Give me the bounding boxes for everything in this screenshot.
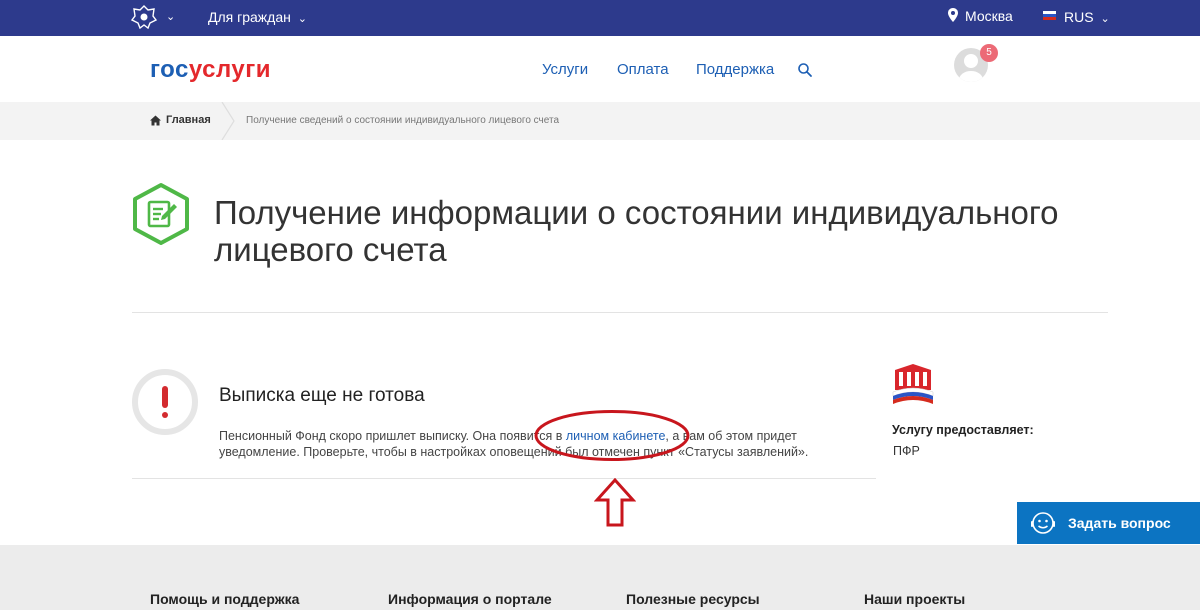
breadcrumb-current: Получение сведений о состоянии индивидуа… xyxy=(246,115,560,126)
footer-help-support[interactable]: Помощь и поддержка xyxy=(150,591,299,607)
alert-mark xyxy=(162,386,168,408)
chevron-down-icon: ⌄ xyxy=(1100,13,1110,25)
alert-dot xyxy=(162,412,168,418)
footer-our-projects[interactable]: Наши проекты xyxy=(864,591,965,607)
pfr-logo-icon xyxy=(892,364,934,404)
nav-payment[interactable]: Оплата xyxy=(617,61,669,78)
divider xyxy=(132,312,1108,313)
footer-portal-info[interactable]: Информация о портале xyxy=(388,591,552,607)
city-selector[interactable]: Москва xyxy=(965,8,1013,24)
breadcrumb: Главная Получение сведений о состоянии и… xyxy=(0,102,1200,140)
language-label: RUS xyxy=(1064,9,1094,25)
footer: Помощь и поддержка Информация о портале … xyxy=(0,545,1200,610)
chat-operator-icon xyxy=(1031,512,1055,534)
status-title: Выписка еще не готова xyxy=(219,385,425,406)
logo-part-uslugi: услуги xyxy=(188,56,271,83)
status-text-before: Пенсионный Фонд скоро пришлет выписку. О… xyxy=(219,429,566,443)
chevron-down-icon: ⌄ xyxy=(297,13,307,25)
provider-label: Услугу предоставляет: xyxy=(892,423,1034,437)
for-citizens-menu[interactable]: Для граждан ⌄ xyxy=(208,9,307,25)
nav-services[interactable]: Услуги xyxy=(542,61,588,78)
header: госуслуги Услуги Оплата Поддержка 5 xyxy=(0,36,1200,102)
for-citizens-label: Для граждан xyxy=(208,9,291,25)
home-icon[interactable] xyxy=(150,115,161,126)
gosuslugi-logo[interactable]: госуслуги xyxy=(150,56,271,84)
top-bar: ⌄ Для граждан ⌄ Москва RUS ⌄ xyxy=(0,0,1200,36)
document-edit-icon xyxy=(133,183,189,245)
search-icon[interactable] xyxy=(797,62,813,78)
breadcrumb-separator xyxy=(221,102,235,140)
nav-support[interactable]: Поддержка xyxy=(696,61,774,78)
annotation-circle xyxy=(534,410,690,461)
alert-icon xyxy=(132,369,198,435)
russian-flag-icon xyxy=(1043,11,1056,20)
divider xyxy=(132,478,876,479)
ask-question-button[interactable]: Задать вопрос xyxy=(1017,502,1200,544)
breadcrumb-home[interactable]: Главная xyxy=(166,114,211,126)
chevron-down-icon[interactable]: ⌄ xyxy=(166,10,175,23)
status-text: Пенсионный Фонд скоро пришлет выписку. О… xyxy=(219,428,839,460)
language-selector[interactable]: RUS ⌄ xyxy=(1064,9,1110,25)
logo-part-gos: гос xyxy=(150,56,189,83)
page-title: Получение информации о состоянии индивид… xyxy=(214,194,1059,268)
notification-badge[interactable]: 5 xyxy=(980,44,998,62)
provider-name: ПФР xyxy=(893,444,920,458)
footer-useful-resources[interactable]: Полезные ресурсы xyxy=(626,591,760,607)
coat-of-arms-icon[interactable] xyxy=(130,4,158,30)
annotation-arrow-icon xyxy=(594,478,636,527)
ask-question-label: Задать вопрос xyxy=(1068,515,1171,531)
location-pin-icon xyxy=(948,8,958,22)
